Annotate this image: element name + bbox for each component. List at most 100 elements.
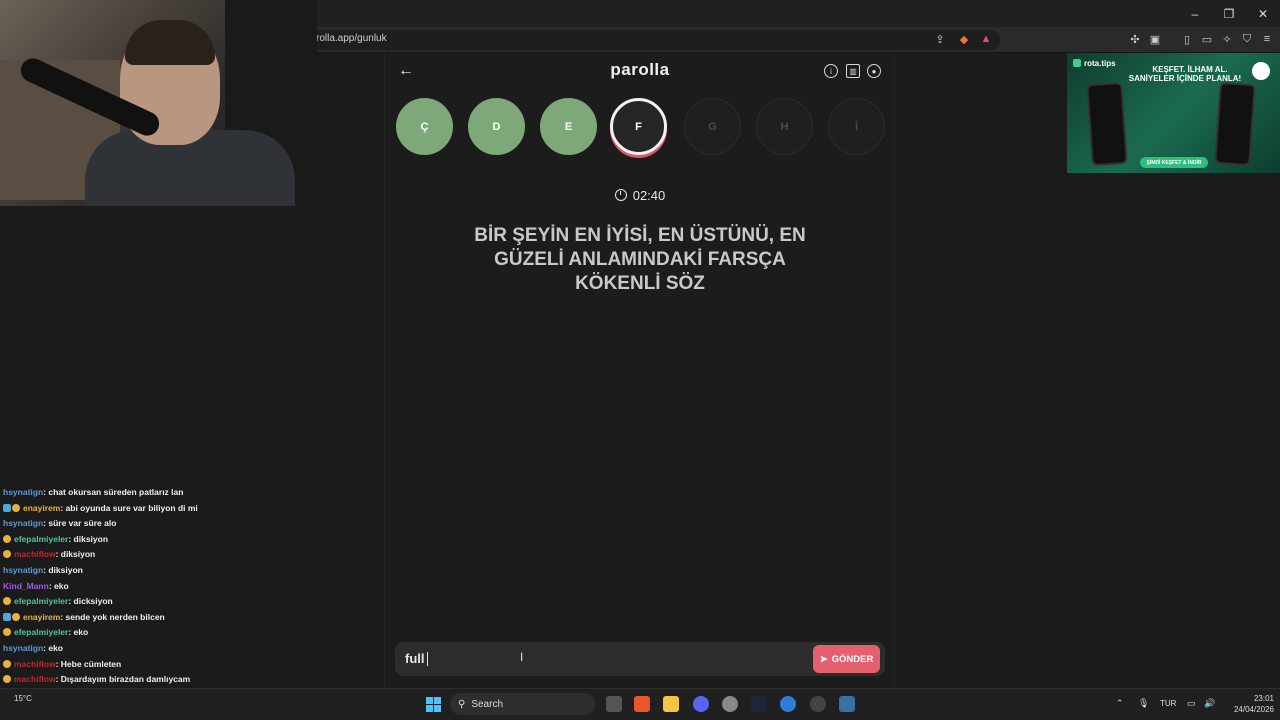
chat-message: machiflow: diksiyon — [3, 549, 95, 559]
microphone-icon[interactable]: 🎙 — [1138, 698, 1149, 709]
letter-circle: Ç — [396, 98, 453, 155]
chat-message: enayirem: abi oyunda sure var biliyon di… — [3, 503, 198, 513]
chat-badge-icon — [3, 675, 11, 684]
chat-text: : abi oyunda sure var biliyon di mi — [60, 502, 198, 513]
settings-icon[interactable] — [722, 696, 738, 712]
chat-message: efepalmiyeler: eko — [3, 627, 88, 637]
question-line: KÖKENLİ SÖZ — [575, 273, 705, 294]
address-bar[interactable] — [300, 30, 1000, 50]
mouse-ibeam-cursor: I — [520, 650, 524, 664]
weather-widget[interactable]: 15°C — [14, 694, 32, 703]
chat-text: : diksiyon — [55, 549, 96, 560]
timer: 02:40 — [600, 186, 680, 204]
chat-username[interactable]: efepalmiyeler — [14, 596, 68, 606]
display-icon[interactable]: ▭ — [1187, 698, 1196, 709]
rota-logo-icon — [1073, 59, 1081, 67]
chat-text: : süre var süre alo — [43, 518, 117, 529]
arrow-left-icon: ← — [398, 62, 414, 79]
ad-subheadline: SANİYELER İÇİNDE PLANLA! — [1128, 74, 1242, 83]
chat-text: : eko — [68, 627, 89, 638]
tray-overflow-icon[interactable]: ⌃ — [1116, 698, 1124, 709]
task-view-icon[interactable] — [606, 696, 622, 712]
ad-cta-button[interactable]: ŞİMDİ KEŞFET & İNDİR — [1140, 157, 1208, 168]
chat-username[interactable]: machiflow — [14, 674, 56, 684]
network-app-icon[interactable] — [839, 696, 855, 712]
steam-icon[interactable] — [751, 696, 767, 712]
chat-message: hsynatign: diksiyon — [3, 565, 83, 575]
restore-button[interactable]: ❐ — [1212, 0, 1246, 27]
ad-brand: rota.tips — [1084, 59, 1116, 68]
chat-username[interactable]: hsynatign — [3, 565, 43, 575]
discord-icon[interactable] — [693, 696, 709, 712]
wallet-icon[interactable]: ▭ — [1200, 32, 1214, 46]
chat-badge-icon — [12, 503, 20, 512]
webcam-person-hair — [125, 20, 215, 65]
url-text: rolla.app/gunluk — [316, 33, 387, 44]
timer-value: 02:40 — [632, 187, 666, 203]
stats-icon[interactable]: ▥ — [846, 64, 860, 78]
chat-message: machiflow: Hebe cümleten — [3, 659, 121, 669]
text-caret — [427, 652, 428, 666]
taskbar-search[interactable]: ⚲ Search — [450, 693, 595, 715]
letter-circle: D — [468, 98, 525, 155]
chat-username[interactable]: hsynatign — [3, 643, 43, 653]
leo-ai-icon[interactable]: ✧ — [1220, 32, 1234, 46]
chat-text: : Dışardayım birazdan damlıycam — [55, 674, 191, 685]
chat-username[interactable]: enayirem — [23, 612, 60, 622]
chat-username[interactable]: hsynatign — [3, 487, 43, 497]
screenshot-icon[interactable]: ▣ — [1148, 32, 1162, 46]
clock[interactable]: 23:01 24/04/2026 — [1226, 693, 1274, 715]
info-icon[interactable]: i — [824, 64, 838, 78]
extensions-icon[interactable]: ✣ — [1128, 32, 1142, 46]
letter-circle: F — [610, 98, 667, 155]
question-line: GÜZELİ ANLAMINDAKİ FARSÇA — [494, 249, 786, 270]
chat-message: efepalmiyeler: diksiyon — [3, 534, 108, 544]
letter-circle: E — [540, 98, 597, 155]
chat-text: : chat okursan süreden patlarız lan — [43, 487, 184, 497]
brave-shield-icon[interactable]: ◆ — [957, 32, 971, 46]
letter-circle: G — [684, 98, 741, 155]
chat-text: : Hebe cümleten — [55, 658, 122, 669]
answer-input[interactable] — [395, 642, 885, 676]
answer-value[interactable]: full — [405, 651, 425, 666]
windows-start-icon[interactable] — [426, 697, 441, 712]
minimize-button[interactable]: – — [1178, 0, 1212, 27]
chat-username[interactable]: machiflow — [14, 549, 56, 559]
send-button[interactable]: ➤ GÖNDER — [813, 645, 880, 673]
chat-badge-icon — [3, 659, 11, 668]
window-controls: – ❐ ✕ — [1178, 0, 1280, 27]
chat-message: hsynatign: eko — [3, 643, 63, 653]
sidebar-icon[interactable]: ▯ — [1180, 32, 1194, 46]
back-button[interactable]: ← — [396, 62, 416, 80]
language-indicator[interactable]: TUR — [1160, 699, 1176, 708]
letter-circle: H — [756, 98, 813, 155]
vpn-icon[interactable]: ⛉ — [1240, 32, 1254, 46]
chat-username[interactable]: enayirem — [23, 503, 60, 513]
chat-message: Kind_Mann: eko — [3, 581, 69, 591]
chat-message: enayirem: sende yok nerden bilcen — [3, 612, 165, 622]
question-text: BİR ŞEYİN EN İYİSİ, EN ÜSTÜNÜ, EN GÜZELİ… — [440, 224, 840, 296]
chat-username[interactable]: machiflow — [14, 659, 56, 669]
chat-username[interactable]: efepalmiyeler — [14, 534, 68, 544]
question-line: BİR ŞEYİN EN İYİSİ, EN ÜSTÜNÜ, EN — [474, 225, 806, 246]
brave-browser-icon[interactable] — [634, 696, 650, 712]
close-window-button[interactable]: ✕ — [1246, 0, 1280, 27]
chat-badge-icon — [12, 612, 20, 621]
menu-icon[interactable]: ≡ — [1260, 32, 1274, 46]
chat-text: : diksiyon — [68, 533, 109, 544]
app-icon[interactable] — [780, 696, 796, 712]
chat-username[interactable]: Kind_Mann — [3, 581, 49, 591]
ad-close-icon[interactable] — [1252, 62, 1270, 80]
chat-text: : eko — [48, 580, 69, 591]
obs-icon[interactable] — [810, 696, 826, 712]
file-explorer-icon[interactable] — [663, 696, 679, 712]
share-icon[interactable]: ⇪ — [933, 32, 947, 46]
stream-chat: hsynatign: chat okursan süreden patlarız… — [0, 470, 214, 720]
profile-icon[interactable]: ● — [867, 64, 881, 78]
rewards-icon[interactable]: ▲ — [979, 32, 993, 46]
chat-username[interactable]: hsynatign — [3, 518, 43, 528]
chat-username[interactable]: efepalmiyeler — [14, 627, 68, 637]
volume-icon[interactable]: 🔊 — [1204, 698, 1215, 709]
chat-badge-icon — [3, 597, 11, 606]
chat-text: : diksiyon — [43, 565, 83, 575]
